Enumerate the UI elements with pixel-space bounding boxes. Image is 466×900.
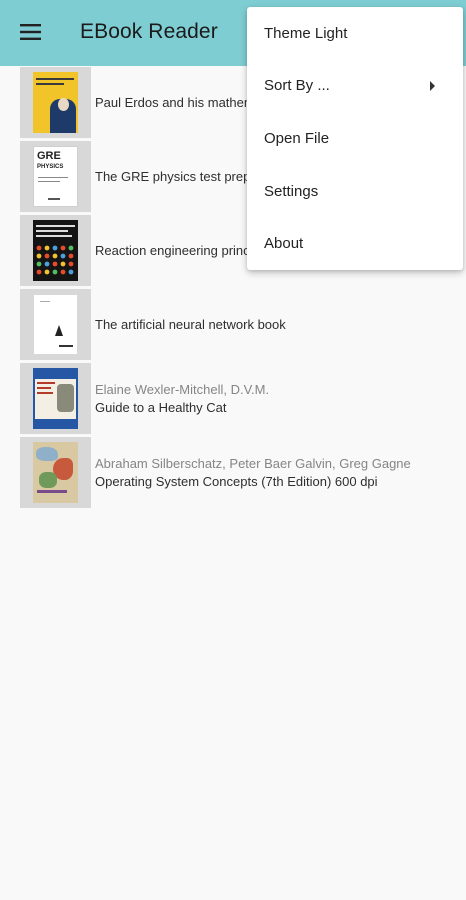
- menu-item-label: Settings: [264, 182, 319, 200]
- book-thumbnail: [20, 289, 91, 360]
- menu-item-settings[interactable]: Settings: [247, 165, 463, 218]
- book-text: The artificial neural network book: [95, 288, 456, 362]
- book-thumbnail: [20, 215, 91, 286]
- menu-item-label: Theme Light: [264, 24, 348, 42]
- hamburger-menu-icon: [20, 24, 41, 40]
- book-thumbnail: [20, 363, 91, 434]
- app-title: EBook Reader: [80, 20, 218, 43]
- book-cover-neural-network: [33, 294, 78, 355]
- book-text: Abraham Silberschatz, Peter Baer Galvin,…: [95, 436, 456, 510]
- book-title: Guide to a Healthy Cat: [95, 400, 227, 415]
- book-thumbnail: [20, 67, 91, 138]
- book-cover-erdos: [33, 72, 78, 133]
- book-thumbnail: GRE PHYSICS: [20, 141, 91, 212]
- book-cover-reaction-engineering: [33, 220, 78, 281]
- menu-item-label: Open File: [264, 129, 330, 147]
- menu-item-label: Sort By ...: [264, 77, 330, 95]
- navigation-menu-button[interactable]: [12, 18, 52, 48]
- menu-item-sort-by[interactable]: Sort By ...: [247, 60, 463, 113]
- book-title: Operating System Concepts (7th Edition) …: [95, 474, 378, 489]
- book-cover-healthy-cat: [33, 368, 78, 429]
- book-list-item[interactable]: Abraham Silberschatz, Peter Baer Galvin,…: [0, 436, 466, 510]
- chevron-right-icon: [430, 80, 435, 91]
- book-author: Elaine Wexler-Mitchell, D.V.M.: [95, 382, 270, 397]
- menu-item-theme-light[interactable]: Theme Light: [247, 7, 463, 60]
- book-author: Abraham Silberschatz, Peter Baer Galvin,…: [95, 456, 411, 471]
- book-cover-gre-physics: GRE PHYSICS: [33, 146, 78, 207]
- menu-item-open-file[interactable]: Open File: [247, 112, 463, 165]
- book-text: Elaine Wexler-Mitchell, D.V.M. Guide to …: [95, 362, 456, 436]
- book-list-item[interactable]: Elaine Wexler-Mitchell, D.V.M. Guide to …: [0, 362, 466, 436]
- book-cover-os-concepts: [33, 442, 78, 503]
- overflow-menu: Theme Light Sort By ... Open File Settin…: [247, 7, 463, 270]
- book-list-item[interactable]: The artificial neural network book: [0, 288, 466, 362]
- menu-item-label: About: [264, 235, 304, 253]
- menu-item-about[interactable]: About: [247, 217, 463, 270]
- book-title: The artificial neural network book: [95, 317, 286, 332]
- book-thumbnail: [20, 437, 91, 508]
